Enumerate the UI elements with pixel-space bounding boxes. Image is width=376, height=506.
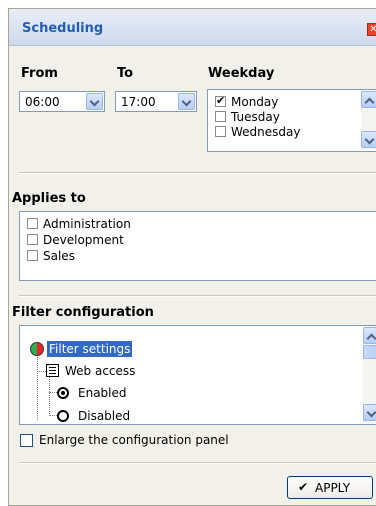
tree-node-enabled[interactable]: Enabled <box>78 386 127 400</box>
scroll-down-button[interactable] <box>361 131 376 148</box>
applies-to-label: Applies to <box>12 191 86 206</box>
divider <box>19 172 376 174</box>
from-label: From <box>21 66 58 81</box>
tree-line <box>37 348 38 420</box>
weekday-checkbox[interactable] <box>215 94 226 108</box>
divider <box>19 462 376 464</box>
weekday-label: Weekday <box>208 66 275 81</box>
scroll-up-button[interactable] <box>363 327 376 344</box>
tree-line <box>37 371 46 372</box>
to-label: To <box>117 66 134 81</box>
enlarge-panel-option[interactable]: Enlarge the configuration panel <box>20 433 376 449</box>
from-time-value: 06:00 <box>25 95 60 109</box>
weekday-item-label: Wednesday <box>231 125 301 139</box>
filter-settings-icon <box>30 342 44 356</box>
weekday-list[interactable]: Monday Tuesday Wednesday <box>207 89 376 152</box>
enlarge-checkbox[interactable] <box>20 434 33 447</box>
department-checkbox[interactable] <box>27 234 38 245</box>
weekday-checkbox[interactable] <box>215 126 226 137</box>
filter-tree-scrollbar[interactable] <box>363 327 376 423</box>
filter-configuration-label: Filter configuration <box>12 305 154 320</box>
document-icon <box>46 364 59 377</box>
radio-empty-icon[interactable] <box>57 410 69 422</box>
weekday-item-label: Tuesday <box>231 110 280 124</box>
scroll-up-button[interactable] <box>361 91 376 108</box>
divider <box>19 295 376 297</box>
apply-label: APPLY <box>315 481 351 495</box>
check-icon: ✔ <box>298 480 309 494</box>
department-checkbox[interactable] <box>27 250 38 261</box>
filter-tree[interactable]: Filter settings Web access Enabled Disab… <box>19 325 376 425</box>
scroll-thumb[interactable] <box>363 345 376 359</box>
tree-node-disabled[interactable]: Disabled <box>78 409 130 423</box>
panel-title: Scheduling <box>22 21 104 36</box>
department-label: Administration <box>43 217 131 231</box>
tree-node-web-access[interactable]: Web access <box>65 364 135 378</box>
weekday-item-label: Monday <box>231 95 279 109</box>
department-checkbox[interactable] <box>27 218 38 229</box>
enlarge-label: Enlarge the configuration panel <box>39 433 229 447</box>
to-dropdown-button[interactable] <box>178 93 195 110</box>
close-icon[interactable]: ✕ <box>367 23 376 36</box>
department-label: Sales <box>43 249 75 263</box>
panel-titlebar: Scheduling ✕ <box>9 9 376 46</box>
scroll-down-button[interactable] <box>363 404 376 421</box>
from-dropdown-button[interactable] <box>86 93 103 110</box>
apply-button[interactable]: ✔ APPLY <box>287 476 373 499</box>
tree-node-filter-settings[interactable]: Filter settings <box>47 341 133 357</box>
radio-selected-icon[interactable] <box>57 387 69 399</box>
department-label: Development <box>43 233 124 247</box>
from-time-select[interactable]: 06:00 <box>19 91 105 112</box>
applies-to-list[interactable]: Administration Development Sales <box>19 211 376 281</box>
weekday-scrollbar[interactable] <box>361 91 376 150</box>
weekday-checkbox[interactable] <box>215 111 226 122</box>
to-time-value: 17:00 <box>121 95 156 109</box>
to-time-select[interactable]: 17:00 <box>115 91 197 112</box>
scheduling-panel: Scheduling ✕ From To Weekday 06:00 17:00… <box>8 8 376 506</box>
